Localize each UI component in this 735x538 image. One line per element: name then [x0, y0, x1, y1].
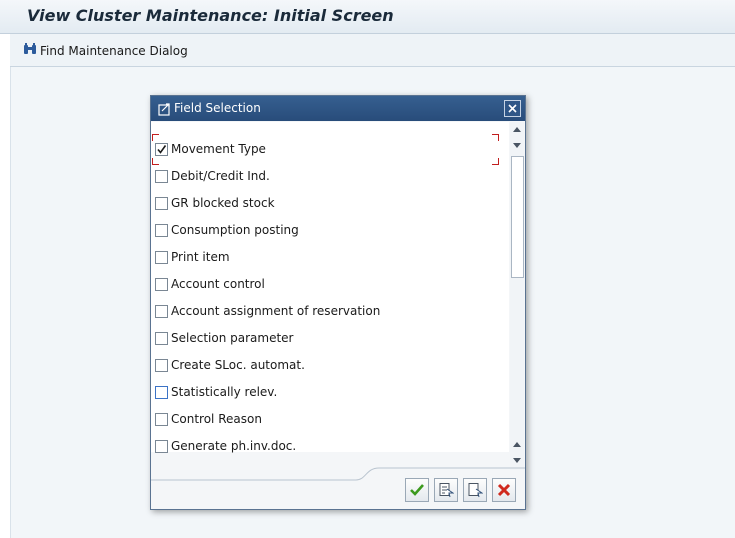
cancel-button[interactable]: [492, 478, 516, 502]
binoculars-icon: [23, 42, 40, 59]
field-label: Consumption posting: [171, 223, 299, 237]
field-label: Account control: [171, 277, 265, 291]
field-label: GR blocked stock: [171, 196, 275, 210]
field-row-print-item[interactable]: Print item: [155, 248, 230, 266]
continue-icon: [410, 484, 424, 496]
checkbox[interactable]: [155, 358, 168, 372]
field-row-generate-ph-inv-doc[interactable]: Generate ph.inv.doc.: [155, 437, 296, 455]
field-label: Movement Type: [171, 142, 266, 156]
field-list: Movement Type Debit/Credit Ind. GR block…: [151, 122, 509, 455]
field-row-consumption-posting[interactable]: Consumption posting: [155, 221, 299, 239]
dialog-title-bar[interactable]: Field Selection: [151, 96, 525, 121]
deselect-all-icon: [468, 483, 483, 498]
cancel-icon: [497, 483, 511, 497]
focus-corner-tr: [492, 134, 499, 141]
checkbox[interactable]: [155, 223, 168, 237]
checkbox[interactable]: [155, 250, 168, 264]
field-row-gr-blocked-stock[interactable]: GR blocked stock: [155, 194, 275, 212]
field-row-control-reason[interactable]: Control Reason: [155, 410, 262, 428]
checkmark-icon: [157, 144, 167, 154]
field-label: Selection parameter: [171, 331, 294, 345]
application-toolbar: Find Maintenance Dialog: [10, 34, 735, 67]
scroll-down-icon[interactable]: [513, 143, 521, 148]
scroll-page-up-icon[interactable]: [513, 442, 521, 447]
field-label: Print item: [171, 250, 230, 264]
field-selection-dialog: Field Selection Movement Type Debit/Cred…: [150, 95, 526, 510]
field-row-statistically-relev[interactable]: Statistically relev.: [155, 383, 277, 401]
window-title: View Cluster Maintenance: Initial Screen: [27, 6, 394, 25]
focus-corner-bl: [152, 158, 159, 165]
select-all-button[interactable]: [434, 478, 458, 502]
checkbox[interactable]: [155, 196, 168, 210]
field-row-movement-type[interactable]: Movement Type: [155, 140, 266, 158]
field-row-create-sloc[interactable]: Create SLoc. automat.: [155, 356, 305, 374]
scrollbar-thumb[interactable]: [511, 156, 524, 278]
vertical-scrollbar[interactable]: [510, 122, 524, 470]
field-label: Statistically relev.: [171, 385, 278, 399]
checkbox[interactable]: [155, 277, 168, 291]
scroll-page-down-icon[interactable]: [513, 458, 521, 463]
checkbox[interactable]: [155, 331, 168, 345]
find-maintenance-dialog-button[interactable]: Find Maintenance Dialog: [23, 42, 188, 59]
field-row-account-control[interactable]: Account control: [155, 275, 265, 293]
close-icon[interactable]: [504, 100, 521, 117]
field-label: Create SLoc. automat.: [171, 358, 305, 372]
checkbox[interactable]: [155, 142, 168, 156]
checkbox[interactable]: [155, 304, 168, 318]
field-label: Generate ph.inv.doc.: [171, 439, 297, 453]
field-label: Account assignment of reservation: [171, 304, 381, 318]
field-row-account-assignment[interactable]: Account assignment of reservation: [155, 302, 380, 320]
scroll-up-icon[interactable]: [513, 127, 521, 132]
dialog-footer: [151, 467, 525, 509]
checkbox[interactable]: [155, 385, 168, 399]
field-label: Debit/Credit Ind.: [171, 169, 270, 183]
field-row-debit-credit[interactable]: Debit/Credit Ind.: [155, 167, 270, 185]
checkbox[interactable]: [155, 412, 168, 426]
continue-button[interactable]: [405, 478, 429, 502]
dialog-window-icon: [158, 101, 171, 120]
deselect-all-button[interactable]: [463, 478, 487, 502]
dialog-title: Field Selection: [174, 101, 261, 115]
window-title-bar: View Cluster Maintenance: Initial Screen: [0, 0, 735, 34]
checkbox[interactable]: [155, 169, 168, 183]
select-all-icon: [439, 483, 454, 498]
checkbox[interactable]: [155, 439, 168, 453]
field-label: Control Reason: [171, 412, 262, 426]
field-row-selection-parameter[interactable]: Selection parameter: [155, 329, 293, 347]
focus-corner-br: [492, 158, 499, 165]
find-maintenance-dialog-label: Find Maintenance Dialog: [40, 43, 188, 58]
